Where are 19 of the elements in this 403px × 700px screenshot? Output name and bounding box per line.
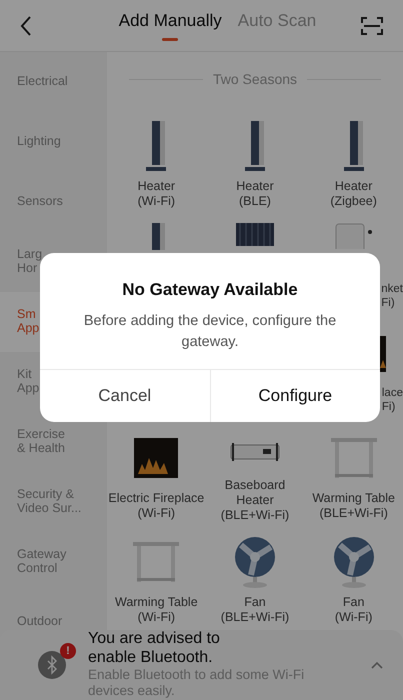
device-label[interactable]: Fan (BLE+Wi-Fi): [220, 595, 290, 625]
device-label[interactable]: Warming Table (Wi-Fi): [114, 595, 198, 625]
configure-button[interactable]: Configure: [210, 370, 380, 422]
alert-badge: !: [60, 643, 76, 659]
dialog-message: Before adding the device, configure the gateway.: [82, 312, 338, 352]
device-label[interactable]: Baseboard Heater (BLE+Wi-Fi): [220, 478, 290, 523]
device-label[interactable]: Warming Table (BLE+Wi-Fi): [312, 491, 395, 521]
device-label[interactable]: Heater (Zigbee): [330, 179, 377, 209]
banner-title: You are advised to enable Bluetooth.: [88, 630, 221, 668]
section-title: Two Seasons: [212, 70, 298, 89]
tab[interactable]: Add Manually: [118, 8, 222, 44]
device-label[interactable]: Fan (Wi-Fi): [334, 595, 372, 625]
device-label[interactable]: Heater (BLE): [236, 179, 274, 209]
dialog-title: No Gateway Available: [121, 279, 299, 301]
device-label[interactable]: Electric Fireplace (Wi-Fi): [108, 491, 204, 521]
device-label[interactable]: nket Fi): [381, 283, 403, 311]
device-label[interactable]: lace Fi): [382, 387, 403, 415]
device-label[interactable]: Heater (Wi-Fi): [138, 179, 176, 209]
cancel-button[interactable]: Cancel: [40, 370, 210, 422]
